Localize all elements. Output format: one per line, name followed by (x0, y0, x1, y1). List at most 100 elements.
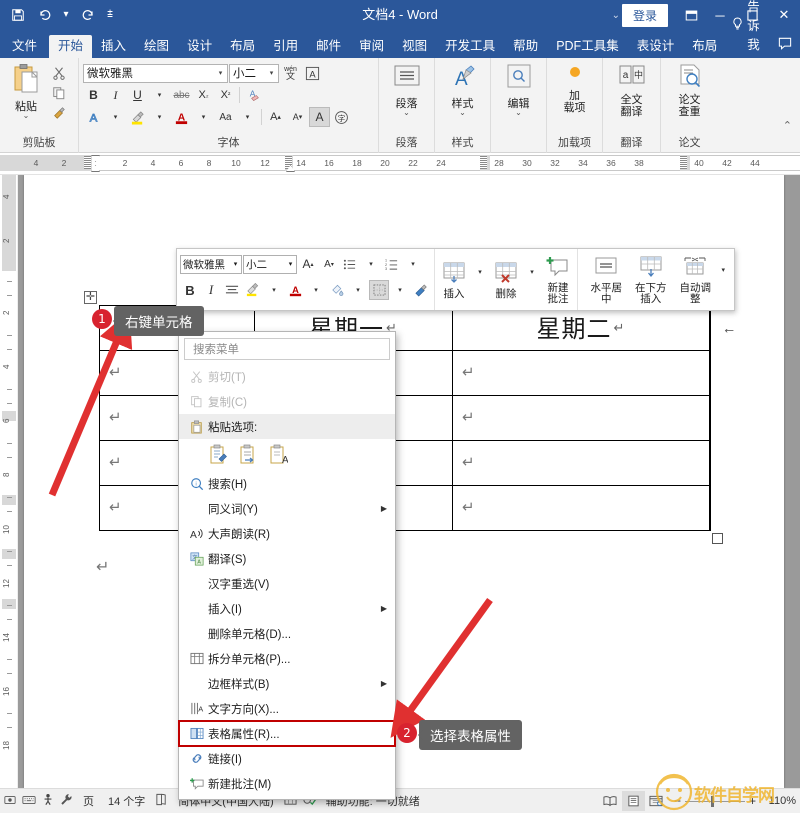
mini-font-color-caret-icon[interactable]: ▾ (306, 280, 326, 300)
paste-merge-icon[interactable] (237, 442, 259, 466)
underline-caret-icon[interactable]: ▾ (149, 85, 170, 105)
zoom-out-button[interactable]: − (674, 794, 681, 808)
mini-shading-icon[interactable] (327, 280, 347, 300)
ribbon-display-options-icon[interactable] (678, 0, 704, 30)
context-menu-item-translate[interactable]: 文A 翻译(S) (179, 546, 395, 571)
font-size-caret-icon[interactable]: ▾ (265, 69, 278, 77)
proofing-icon[interactable] (152, 793, 171, 809)
thesis-check-button[interactable]: 论文 查重 (671, 61, 709, 121)
context-menu-item-read-aloud[interactable]: A 大声朗读(R) (179, 521, 395, 546)
context-menu-item-border-styles[interactable]: 边框样式(B) ▶ (179, 671, 395, 696)
tab-view[interactable]: 视图 (393, 35, 436, 59)
table-cell[interactable]: 星期二 ↵ (453, 306, 710, 351)
table-cell[interactable]: ↵ (453, 441, 710, 486)
context-menu-item-split-cells[interactable]: 拆分单元格(P)... (179, 646, 395, 671)
editing-button[interactable]: 编辑 ⌄ (500, 61, 538, 118)
context-menu-item-reconvert[interactable]: 汉字重选(V) (179, 571, 395, 596)
clear-formatting-icon[interactable]: A (243, 85, 264, 105)
bold-button[interactable]: B (83, 85, 104, 105)
context-menu-item-text-direction[interactable]: A 文字方向(X)... (179, 696, 395, 721)
context-menu-item-synonyms[interactable]: 同义词(Y) ▶ (179, 496, 395, 521)
mini-numbering-caret-icon[interactable]: ▾ (403, 254, 423, 274)
change-case-button[interactable]: Aa (215, 107, 236, 127)
font-color-icon[interactable]: A (171, 107, 192, 127)
mini-font-color-icon[interactable]: A (285, 280, 305, 300)
table-resize-handle[interactable] (712, 533, 723, 544)
grow-font-icon[interactable]: A ▴ (265, 107, 286, 127)
mini-highlight-icon[interactable] (243, 280, 263, 300)
tab-table-design[interactable]: 表设计 (628, 35, 684, 59)
accessibility-icon[interactable] (38, 793, 57, 809)
paste-button[interactable]: 粘贴 ⌄ (4, 61, 48, 121)
font-name-box[interactable]: 微软雅黑 ▾ (83, 63, 228, 83)
zoom-slider[interactable]: − + (668, 794, 762, 808)
tab-design[interactable]: 设计 (178, 35, 221, 59)
paragraph-caret-icon[interactable]: ⌄ (403, 109, 410, 117)
paste-caret-icon[interactable]: ⌄ (23, 112, 30, 120)
character-shading-button[interactable]: A (309, 107, 330, 127)
context-menu-item-link[interactable]: 链接(I) (179, 746, 395, 771)
mini-numbering-icon[interactable]: 123 (382, 254, 402, 274)
redo-icon[interactable] (76, 3, 100, 27)
mini-center-horizontal-button[interactable]: 水平居中 (586, 255, 626, 307)
mini-font-name-box[interactable]: 微软雅黑 ▾ (180, 254, 242, 274)
context-menu-item-table-properties[interactable]: 表格属性(R)... (178, 720, 396, 747)
mini-bold-button[interactable]: B (180, 280, 200, 300)
editing-caret-icon[interactable]: ⌄ (515, 109, 522, 117)
zoom-in-button[interactable]: + (749, 794, 756, 808)
vertical-ruler[interactable]: 4 2 2 4 6 8 10 12 14 16 18 (0, 175, 18, 795)
tab-draw[interactable]: 绘图 (135, 35, 178, 59)
mini-font-size-box[interactable]: 小二 ▾ (243, 254, 297, 274)
strikethrough-button[interactable]: abc (171, 85, 192, 105)
tab-table-layout[interactable]: 布局 (683, 35, 726, 59)
superscript-button[interactable]: X² (215, 85, 236, 105)
undo-icon[interactable] (32, 3, 56, 27)
mini-shading-caret-icon[interactable]: ▾ (348, 280, 368, 300)
customize-qat-icon[interactable]: ⩲ (102, 3, 118, 27)
mini-format-painter-icon[interactable] (411, 280, 431, 300)
context-menu-item-new-comment[interactable]: 新建批注(M) (179, 771, 395, 796)
change-case-caret-icon[interactable]: ▾ (237, 107, 258, 127)
tab-mailings[interactable]: 邮件 (307, 35, 350, 59)
keyboard-icon[interactable] (19, 794, 38, 809)
mini-bullets-caret-icon[interactable]: ▾ (361, 254, 381, 274)
full-translate-button[interactable]: a中 全文 翻译 (613, 61, 651, 121)
context-menu-item-insert[interactable]: 插入(I) ▶ (179, 596, 395, 621)
mini-italic-button[interactable]: I (201, 280, 221, 300)
mini-highlight-caret-icon[interactable]: ▾ (264, 280, 284, 300)
mini-insert-below-button[interactable]: 在下方插入 (626, 255, 675, 307)
mini-borders-caret-icon[interactable]: ▾ (390, 280, 410, 300)
tab-pdf-tools[interactable]: PDF工具集 (547, 35, 628, 59)
italic-button[interactable]: I (105, 85, 126, 105)
mini-align-icon[interactable] (222, 280, 242, 300)
record-macro-icon[interactable] (0, 794, 19, 809)
table-cell[interactable]: ↵ (453, 351, 710, 396)
paste-text-only-icon[interactable]: A (267, 442, 289, 466)
mini-borders-icon[interactable] (369, 280, 389, 300)
mini-font-size-caret-icon[interactable]: ▾ (285, 260, 296, 268)
zoom-knob[interactable] (710, 795, 714, 807)
mini-insert-button[interactable]: 插入 (438, 261, 470, 302)
tab-stop-marker[interactable] (84, 156, 91, 169)
web-layout-icon[interactable] (645, 791, 668, 811)
paste-keep-formatting-icon[interactable] (207, 442, 229, 466)
read-mode-icon[interactable] (599, 791, 622, 811)
paragraph-button[interactable]: 段落 ⌄ (387, 61, 427, 118)
mini-autofit-caret-icon[interactable]: ▾ (716, 260, 731, 280)
font-color-caret-icon[interactable]: ▾ (193, 107, 214, 127)
print-layout-icon[interactable] (621, 791, 645, 811)
addins-button[interactable]: 加 载项 (556, 61, 594, 117)
tell-me-box[interactable]: 告诉我 (726, 0, 778, 58)
tools-icon[interactable] (57, 793, 76, 809)
copy-icon[interactable] (48, 83, 69, 103)
comment-icon[interactable] (778, 37, 792, 58)
format-painter-icon[interactable] (48, 103, 69, 123)
mini-font-name-caret-icon[interactable]: ▾ (230, 260, 241, 268)
styles-caret-icon[interactable]: ⌄ (459, 109, 466, 117)
undo-dropdown-icon[interactable]: ▾ (58, 3, 74, 27)
font-name-caret-icon[interactable]: ▾ (214, 69, 227, 77)
tab-references[interactable]: 引用 (264, 35, 307, 59)
table-move-handle[interactable]: ✛ (84, 291, 97, 304)
context-menu-search-input[interactable]: 搜索菜单 (184, 338, 390, 360)
save-icon[interactable] (6, 3, 30, 27)
